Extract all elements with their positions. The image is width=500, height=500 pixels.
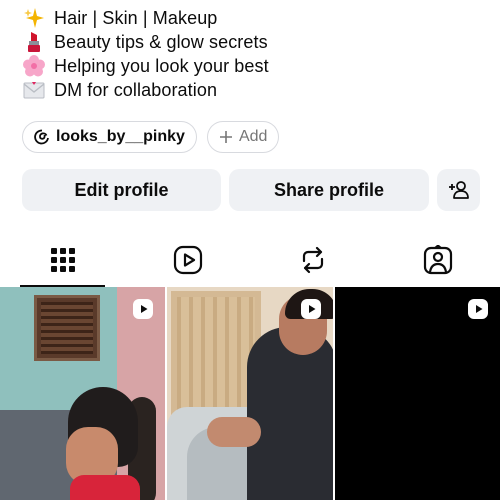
tab-posts-grid[interactable] — [0, 232, 125, 287]
profile-actions: Edit profile Share profile — [22, 169, 480, 211]
threads-handle-label: looks_by__pinky — [56, 128, 185, 145]
edit-profile-button[interactable]: Edit profile — [22, 169, 221, 211]
reel-play-icon — [300, 299, 321, 319]
plus-icon — [219, 131, 232, 143]
bio-line: Helping you look your best — [22, 54, 482, 78]
share-profile-button[interactable]: Share profile — [229, 169, 429, 211]
repost-icon — [302, 246, 323, 273]
profile-bio: Hair | Skin | Makeup Beauty tips & glow … — [22, 6, 482, 102]
posts-grid — [0, 287, 500, 500]
tab-tagged[interactable] — [375, 232, 500, 287]
tab-reels[interactable] — [125, 232, 250, 287]
reel-play-icon — [133, 299, 154, 319]
reels-play-icon — [173, 245, 202, 274]
cherry-blossom-icon — [22, 55, 46, 77]
add-link-label: Add — [238, 128, 268, 145]
bio-text: Helping you look your best — [54, 55, 269, 76]
profile-links: looks_by__pinky Add — [22, 121, 280, 153]
threads-handle-chip[interactable]: looks_by__pinky — [22, 121, 197, 153]
envelope-icon — [22, 79, 46, 101]
bio-text: Hair | Skin | Makeup — [54, 7, 218, 28]
add-friend-button[interactable] — [437, 169, 480, 211]
bio-text: Beauty tips & glow secrets — [54, 31, 268, 52]
threads-icon — [34, 129, 49, 145]
reel-thumbnail[interactable] — [0, 287, 166, 500]
lipstick-icon — [22, 31, 46, 53]
reel-thumbnail[interactable] — [334, 287, 500, 500]
bio-line: Hair | Skin | Makeup — [22, 6, 482, 30]
reel-play-icon — [467, 299, 488, 319]
tab-reposts[interactable] — [250, 232, 375, 287]
tagged-person-icon — [423, 244, 452, 274]
grid-icon — [50, 247, 75, 272]
add-person-icon — [448, 181, 469, 199]
reel-thumbnail[interactable] — [167, 287, 333, 500]
sparkles-icon — [22, 7, 46, 29]
bio-line: Beauty tips & glow secrets — [22, 30, 482, 54]
bio-line: DM for collaboration — [22, 78, 482, 102]
add-link-chip[interactable]: Add — [206, 121, 280, 153]
profile-tabs — [0, 232, 500, 287]
bio-text: DM for collaboration — [54, 79, 218, 100]
